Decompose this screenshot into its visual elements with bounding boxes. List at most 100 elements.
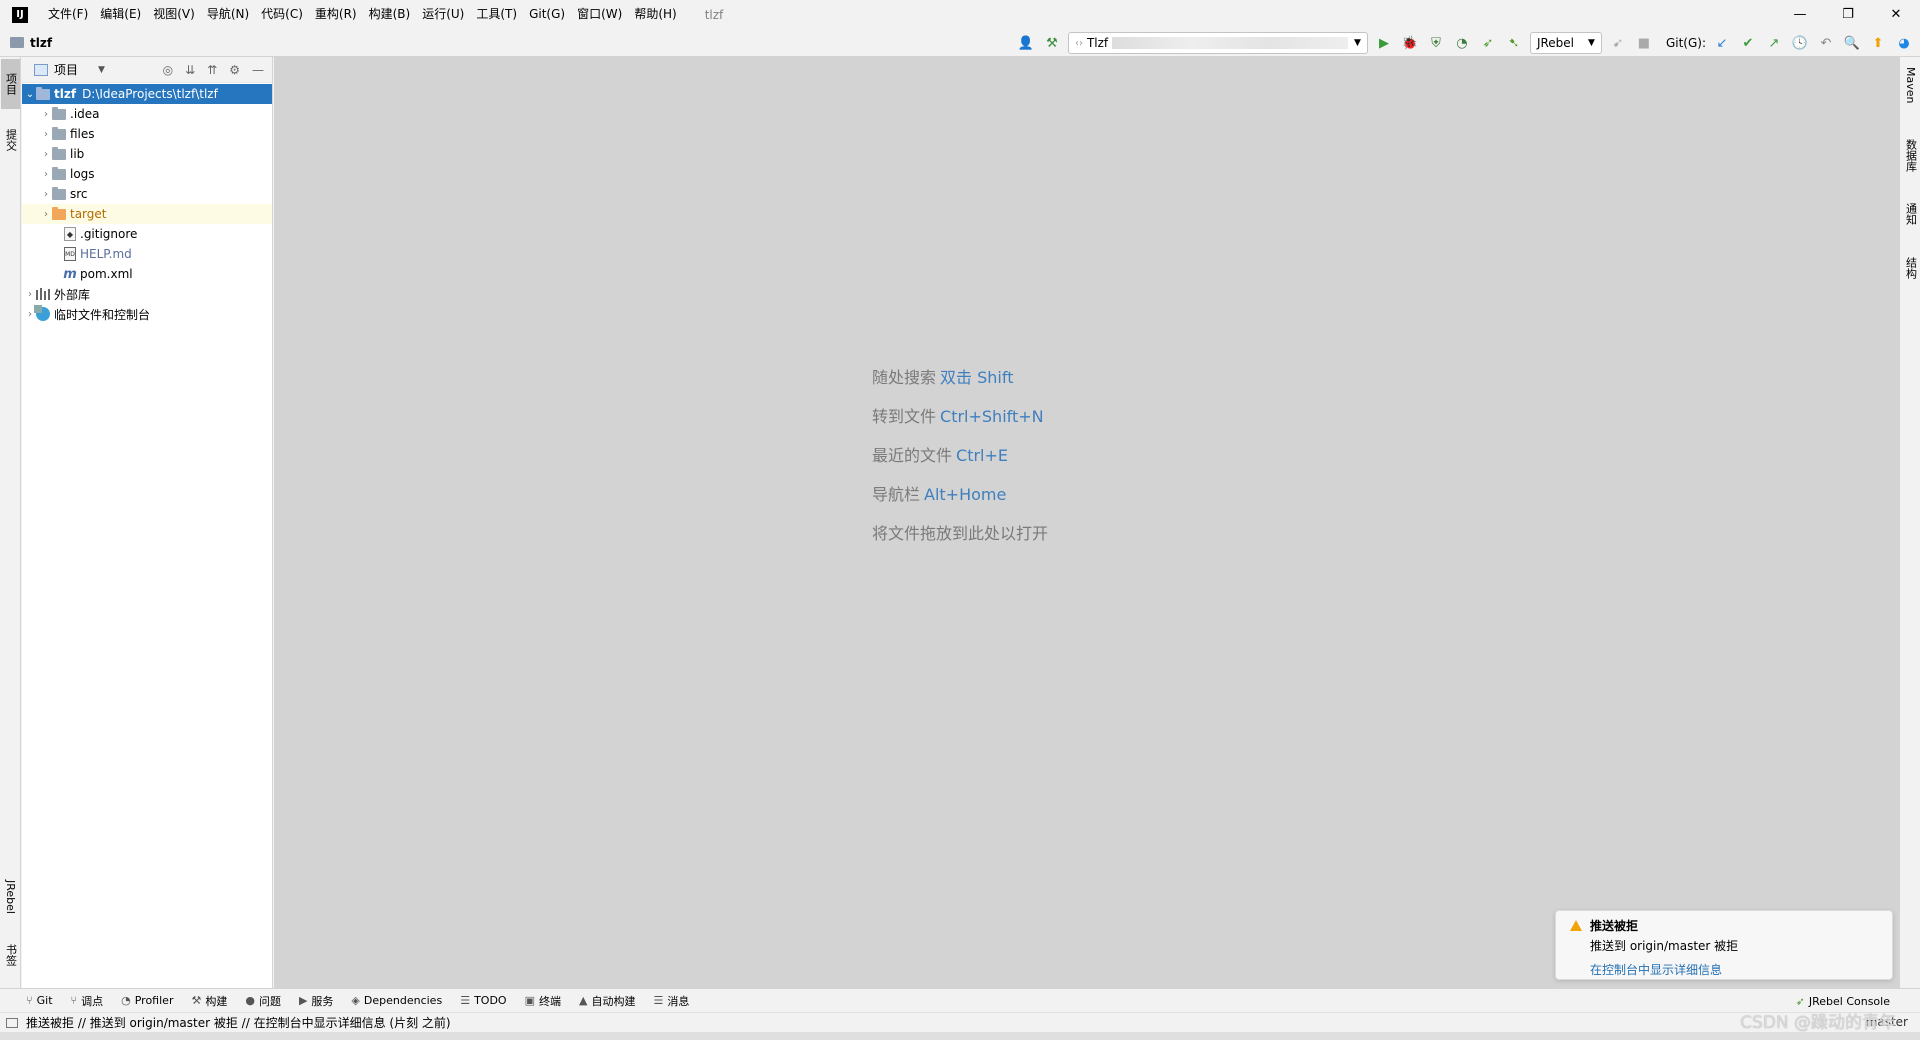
tool-label: 消息	[667, 994, 690, 1008]
tree-item-files[interactable]: › files	[22, 124, 272, 144]
tree-item-lib[interactable]: › lib	[22, 144, 272, 164]
jrebel-console-icon: ➶	[1795, 994, 1805, 1008]
tab-project[interactable]: 项目	[1, 59, 20, 109]
tree-root[interactable]: ⌄ tlzf D:\IdeaProjects\tlzf\tlzf	[22, 84, 272, 104]
git-commit-icon[interactable]: ✔	[1738, 33, 1758, 53]
update-icon[interactable]: ⬆	[1868, 33, 1888, 53]
close-button[interactable]: ✕	[1872, 0, 1920, 29]
tool-profiler[interactable]: ◔ Profiler	[121, 994, 173, 1007]
tab-notifications[interactable]: 通知	[1901, 199, 1920, 245]
tab-maven[interactable]: Maven	[1901, 63, 1920, 123]
codewithme-icon[interactable]: ◕	[1894, 33, 1914, 53]
history-icon[interactable]: 🕓	[1790, 33, 1810, 53]
notification-balloon[interactable]: 推送被拒 推送到 origin/master 被拒 在控制台中显示详细信息	[1555, 910, 1893, 980]
minimize-button[interactable]: —	[1776, 0, 1824, 29]
tab-bookmarks[interactable]: 书签	[1, 933, 20, 977]
chevron-right-icon[interactable]: ›	[40, 149, 52, 160]
tool-problems[interactable]: ● 问题	[245, 993, 281, 1009]
search-icon[interactable]: 🔍	[1842, 33, 1862, 53]
tool-label: 终端	[538, 994, 561, 1008]
tab-database[interactable]: 数据库	[1901, 135, 1920, 191]
hint-shortcut: Alt+Home	[924, 485, 1007, 504]
tree-item-help-md[interactable]: MD HELP.md	[22, 244, 272, 264]
jrebel-run-icon[interactable]: ➶	[1478, 33, 1498, 53]
stop-icon[interactable]: ■	[1634, 33, 1654, 53]
jrebel-debug-icon[interactable]: ➷	[1504, 33, 1524, 53]
status-message[interactable]: 推送被拒 // 推送到 origin/master 被拒 // 在控制台中显示详…	[26, 1014, 451, 1031]
coverage-icon[interactable]: ⛨	[1426, 33, 1446, 53]
tree-item-idea[interactable]: › .idea	[22, 104, 272, 124]
git-update-icon[interactable]: ↙	[1712, 33, 1732, 53]
tree-scratches[interactable]: › 临时文件和控制台	[22, 304, 272, 324]
breadcrumb-project[interactable]: tlzf	[30, 36, 52, 50]
rollback-icon[interactable]: ↶	[1816, 33, 1836, 53]
chevron-right-icon[interactable]: ›	[24, 289, 36, 300]
menu-tools[interactable]: 工具(T)	[470, 0, 523, 29]
restore-button[interactable]: ❐	[1824, 0, 1872, 29]
chevron-right-icon[interactable]: ›	[40, 169, 52, 180]
chevron-right-icon[interactable]: ›	[40, 209, 52, 220]
tool-auto-build[interactable]: ▲ 自动构建	[579, 993, 635, 1009]
tool-terminal[interactable]: ▣ 终端	[525, 993, 561, 1009]
gear-icon[interactable]: ⚙	[229, 63, 240, 77]
tool-git[interactable]: ⑂ Git	[26, 994, 53, 1007]
tool-messages[interactable]: ☰ 消息	[653, 993, 689, 1009]
intellij-logo-icon: IJ	[12, 6, 28, 23]
tab-jrebel[interactable]: JRebel	[1, 867, 20, 927]
menu-run[interactable]: 运行(U)	[416, 0, 470, 29]
editor-area[interactable]: 随处搜索 双击 Shift 转到文件 Ctrl+Shift+N 最近的文件 Ctrl+…	[274, 57, 1899, 988]
right-tool-stripe: Maven 数据库 通知 结构	[1899, 57, 1920, 988]
tree-item-label: lib	[70, 147, 85, 161]
tree-item-gitignore[interactable]: ◆ .gitignore	[22, 224, 272, 244]
tab-commit[interactable]: 提交	[1, 115, 20, 165]
menu-build[interactable]: 构建(B)	[363, 0, 417, 29]
folder-icon	[52, 106, 66, 120]
jrebel-select[interactable]: JRebel ▼	[1529, 32, 1602, 54]
taskbar-edge	[0, 1032, 1920, 1040]
debug-icon[interactable]: 🐞	[1400, 33, 1420, 53]
menu-window[interactable]: 窗口(W)	[571, 0, 628, 29]
collapse-all-icon[interactable]: ⇈	[207, 63, 217, 77]
menu-refactor[interactable]: 重构(R)	[309, 0, 363, 29]
todo-icon: ☰	[460, 994, 471, 1007]
chevron-down-icon[interactable]: ▼	[98, 65, 105, 75]
tree-item-logs[interactable]: › logs	[22, 164, 272, 184]
tool-todo[interactable]: ☰ TODO	[460, 994, 506, 1007]
run-icon[interactable]: ▶	[1374, 33, 1394, 53]
tab-structure[interactable]: 结构	[1901, 253, 1920, 297]
tool-dependencies[interactable]: ◈ Dependencies	[351, 994, 442, 1007]
menu-help[interactable]: 帮助(H)	[628, 0, 682, 29]
show-details-link[interactable]: 在控制台中显示详细信息	[1590, 961, 1878, 978]
tree-item-label: .gitignore	[80, 227, 138, 241]
chevron-right-icon[interactable]: ›	[40, 109, 52, 120]
run-configuration-select[interactable]: ‹› Tlzf ▼	[1067, 32, 1368, 54]
tool-services[interactable]: ▶ 服务	[299, 993, 333, 1009]
tool-debug[interactable]: ⑂ 调点	[71, 993, 104, 1009]
project-view-select[interactable]: 项目	[54, 61, 78, 78]
menu-view[interactable]: 视图(V)	[147, 0, 201, 29]
tool-label: 构建	[205, 994, 228, 1008]
user-icon[interactable]: 👤	[1016, 33, 1036, 53]
tree-external-libraries[interactable]: › 外部库	[22, 284, 272, 304]
attach-icon[interactable]: ➹	[1608, 33, 1628, 53]
build-hammer-icon[interactable]: ⚒	[1042, 33, 1062, 53]
git-push-icon[interactable]: ↗	[1764, 33, 1784, 53]
expand-all-icon[interactable]: ⇊	[185, 63, 195, 77]
tree-item-src[interactable]: › src	[22, 184, 272, 204]
tree-item-target[interactable]: › target	[22, 204, 272, 224]
locate-icon[interactable]: ◎	[163, 63, 173, 77]
chevron-right-icon[interactable]: ›	[40, 189, 52, 200]
breadcrumb[interactable]: tlzf	[10, 36, 52, 50]
menu-file[interactable]: 文件(F)	[42, 0, 94, 29]
menu-navigate[interactable]: 导航(N)	[201, 0, 255, 29]
menu-git[interactable]: Git(G)	[523, 0, 571, 29]
status-panel-icon[interactable]	[6, 1017, 18, 1028]
menu-code[interactable]: 代码(C)	[255, 0, 309, 29]
tool-build[interactable]: ⚒ 构建	[191, 993, 227, 1009]
tree-item-pom[interactable]: m pom.xml	[22, 264, 272, 284]
profile-icon[interactable]: ◔	[1452, 33, 1472, 53]
hide-icon[interactable]: —	[252, 63, 264, 77]
menu-edit[interactable]: 编辑(E)	[94, 0, 147, 29]
chevron-down-icon[interactable]: ⌄	[24, 89, 36, 100]
chevron-right-icon[interactable]: ›	[40, 129, 52, 140]
